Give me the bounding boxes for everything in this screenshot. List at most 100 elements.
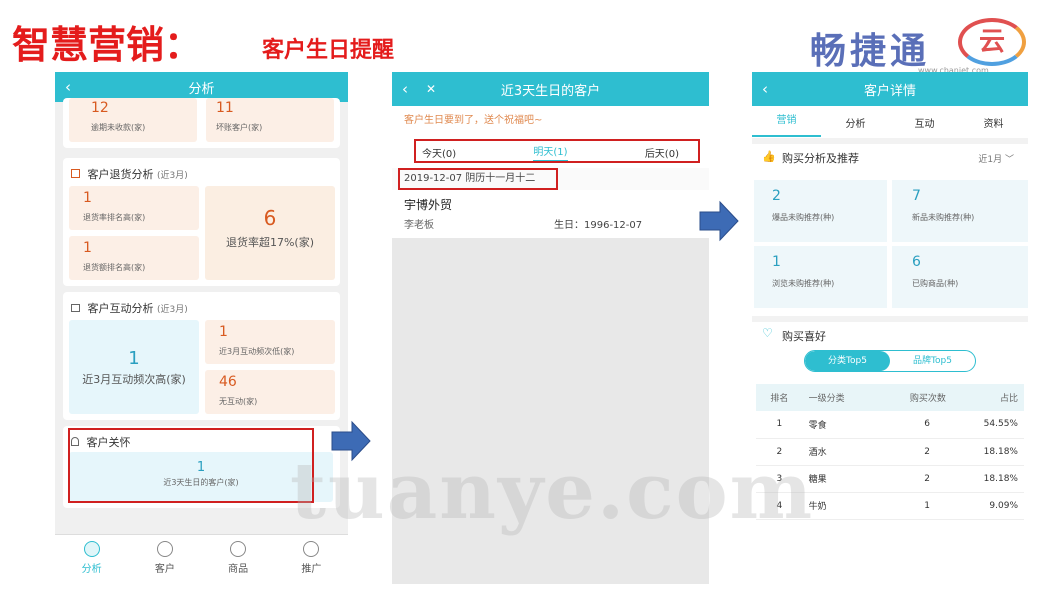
table-cell: 6 [924, 419, 930, 430]
low-interaction-tile[interactable]: 1 近3月互动频次低(家) [205, 320, 335, 364]
return-amount-value: 1 [83, 240, 92, 256]
bad-debt-label: 坏账客户(家) [216, 123, 263, 132]
rec-tile-new[interactable]: 7 新品未购推荐(种) [892, 180, 1028, 242]
tabs-highlight [414, 139, 700, 163]
rec-tile-browse-label: 浏览未购推荐(种) [772, 279, 835, 288]
rec-tile-bought[interactable]: 6 已购商品(种) [892, 246, 1028, 308]
toggle-category[interactable]: 分类Top5 [805, 351, 890, 371]
returns-icon [71, 169, 80, 178]
column-header: 购买次数 [909, 394, 946, 404]
rec-tile-new-value: 7 [912, 188, 921, 204]
customer-row[interactable]: 宇博外贸 李老板 生日：1996-12-07 [392, 190, 709, 238]
pref-toggle: 分类Top5 品牌Top5 [804, 350, 976, 372]
return-over-label: 退货率超17%(家) [225, 236, 315, 249]
period-dropdown[interactable]: 近1月 ﹀ [978, 152, 1014, 165]
interaction-card: 客户互动分析 (近3月) 1 近3月互动频次高(家) 1 近3月互动频次低(家)… [63, 292, 340, 420]
screen-title: 客户详情 [863, 83, 916, 99]
rec-title: 购买分析及推荐 [782, 152, 859, 165]
care-highlight [68, 428, 314, 503]
overdue-value: 12 [91, 100, 109, 116]
returns-card: 客户退货分析 (近3月) 1 退货率排名高(家) 1 退货额排名高(家) 6 退… [63, 158, 340, 286]
tab-profile[interactable]: 资料 [959, 115, 1028, 130]
table-cell: 9.09% [989, 500, 1018, 511]
return-rate-tile[interactable]: 1 退货率排名高(家) [69, 186, 199, 230]
back-button[interactable]: ‹ [762, 80, 768, 98]
close-icon[interactable]: ✕ [426, 82, 436, 96]
chart-icon [83, 541, 100, 557]
column-header: 一级分类 [808, 394, 845, 404]
brand-logo: 畅捷通 [810, 31, 931, 72]
tab-interaction[interactable]: 互动 [890, 115, 959, 130]
rec-tile-hot-label: 爆品未购推荐(种) [772, 213, 835, 222]
return-rate-value: 1 [83, 190, 92, 206]
header-bar: ‹ ✕ 近3天生日的客户 [392, 72, 709, 106]
customer-name: 宇博外贸 [404, 198, 453, 212]
thumbs-up-icon: 👍 [762, 150, 776, 163]
share-icon [303, 541, 320, 557]
no-interaction-tile[interactable]: 46 无互动(家) [205, 370, 335, 414]
table-cell: 1 [776, 419, 783, 430]
notice-bar: 客户生日要到了，送个祝福吧~ [392, 106, 709, 136]
table-cell: 2 [924, 446, 930, 457]
nav-goods[interactable]: 商品 [202, 535, 275, 584]
customer-contact: 李老板 [404, 220, 434, 231]
arrow-right-icon [699, 200, 739, 242]
table-header: 排名 一级分类 购买次数 占比 [756, 384, 1024, 411]
rec-tile-hot[interactable]: 2 爆品未购推荐(种) [754, 180, 887, 242]
return-over-value: 6 [263, 206, 277, 230]
return-amount-tile[interactable]: 1 退货额排名高(家) [69, 236, 199, 280]
tab-analysis[interactable]: 分析 [821, 115, 890, 130]
pref-title: 购买喜好 [782, 330, 826, 343]
column-header: 排名 [770, 394, 789, 404]
rec-tile-bought-label: 已购商品(种) [912, 279, 959, 288]
nav-goods-label: 商品 [228, 564, 249, 575]
toggle-brand[interactable]: 品牌Top5 [890, 351, 975, 371]
high-interaction-label: 近3月互动频次高(家) [82, 373, 186, 386]
low-interaction-label: 近3月互动频次低(家) [219, 347, 295, 356]
return-over-tile[interactable]: 6 退货率超17%(家) [205, 186, 335, 280]
bottom-nav: 分析 客户 商品 推广 [55, 534, 348, 584]
page-subtitle: 客户生日提醒 [262, 38, 395, 63]
rec-tile-browse-value: 1 [772, 254, 781, 270]
return-rate-label: 退货率排名高(家) [83, 213, 146, 222]
table-cell: 18.18% [983, 473, 1018, 484]
returns-period: (近3月) [157, 171, 188, 181]
nav-promote[interactable]: 推广 [275, 535, 348, 584]
overdue-tile[interactable]: 12 逾期未收款(家) [69, 98, 197, 142]
date-highlight [398, 168, 558, 190]
nav-analysis[interactable]: 分析 [55, 535, 128, 584]
screen-title: 分析 [188, 81, 215, 97]
nav-customer[interactable]: 客户 [128, 535, 201, 584]
column-header: 占比 [999, 394, 1018, 404]
table-cell: 18.18% [983, 446, 1018, 457]
bad-debt-tile[interactable]: 11 坏账客户(家) [206, 98, 334, 142]
back-button[interactable]: ‹ [65, 78, 71, 96]
overdue-label: 逾期未收款(家) [91, 123, 146, 132]
returns-title-text: 客户退货分析 [87, 168, 154, 181]
chat-icon [71, 304, 80, 312]
rec-tile-new-label: 新品未购推荐(种) [912, 213, 975, 222]
bad-debt-value: 11 [216, 100, 234, 116]
interaction-period: (近3月) [157, 305, 188, 315]
rec-tile-bought-value: 6 [912, 254, 921, 270]
table-cell: 零食 [808, 420, 827, 431]
customer-birthday: 生日：1996-12-07 [554, 220, 643, 231]
tab-marketing[interactable]: 营销 [752, 107, 821, 137]
table-cell: 2 [924, 473, 930, 484]
interaction-title-text: 客户互动分析 [87, 302, 154, 315]
rec-tile-browse[interactable]: 1 浏览未购推荐(种) [754, 246, 887, 308]
back-button[interactable]: ‹ [402, 80, 408, 98]
high-interaction-tile[interactable]: 1 近3月互动频次高(家) [69, 320, 199, 414]
table-row[interactable]: 1 零食 6 54.55% [756, 411, 1024, 438]
nav-customer-label: 客户 [154, 564, 175, 575]
header-bar: ‹ 客户详情 [752, 72, 1028, 106]
nav-promote-label: 推广 [301, 564, 322, 575]
no-interaction-label: 无互动(家) [219, 397, 258, 406]
returns-title: 客户退货分析 (近3月) [71, 166, 188, 182]
table-cell: 1 [924, 500, 930, 511]
cloud-logo-icon: 云 [958, 18, 1026, 66]
high-interaction-value: 1 [128, 348, 140, 369]
box-icon [230, 541, 247, 557]
low-interaction-value: 1 [219, 324, 228, 340]
interaction-title: 客户互动分析 (近3月) [71, 300, 188, 316]
